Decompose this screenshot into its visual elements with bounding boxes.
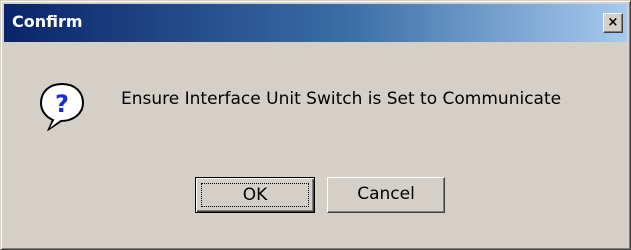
cancel-label: Cancel xyxy=(357,184,415,204)
title-bar[interactable]: Confirm × xyxy=(4,4,627,42)
close-button[interactable]: × xyxy=(603,13,623,33)
cancel-button[interactable]: Cancel xyxy=(327,177,445,213)
message-text: Ensure Interface Unit Switch is Set to C… xyxy=(121,89,562,109)
question-glyph: ? xyxy=(55,90,69,118)
ok-focus-rect: OK xyxy=(201,183,309,207)
ok-button[interactable]: OK xyxy=(195,177,315,213)
close-icon: × xyxy=(607,15,619,30)
question-icon: ? xyxy=(39,82,85,131)
confirm-dialog: Confirm × ? Ensure Interface Unit Switch… xyxy=(0,0,631,250)
dialog-title: Confirm xyxy=(12,12,83,31)
ok-label: OK xyxy=(242,185,268,205)
